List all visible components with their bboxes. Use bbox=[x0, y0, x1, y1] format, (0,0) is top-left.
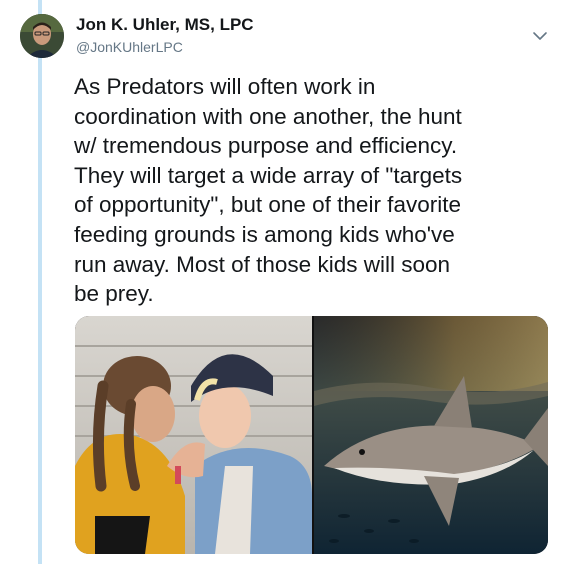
tweet-menu-button[interactable] bbox=[530, 26, 550, 46]
tweet-text-line: of opportunity", but one of their favori… bbox=[74, 192, 461, 218]
profile-photo-icon bbox=[20, 14, 64, 58]
photo-two-teen-girls-icon bbox=[75, 316, 312, 554]
tweet-text-line: As Predators will often work in bbox=[74, 74, 376, 99]
author-avatar[interactable] bbox=[20, 14, 64, 58]
tweet-text-line: coordination with one another, the hunt bbox=[74, 103, 462, 129]
thread-connector-line bbox=[38, 0, 42, 564]
tweet-text-line: w/ tremendous purpose and efficiency. bbox=[74, 133, 458, 159]
media-photo-2[interactable] bbox=[314, 316, 548, 554]
photo-shark-underwater-icon bbox=[314, 316, 548, 554]
tweet-text-line: be prey. bbox=[74, 281, 154, 307]
media-photo-1[interactable] bbox=[75, 316, 312, 554]
chevron-down-icon bbox=[533, 32, 547, 40]
tweet-text: As Predators will often work in coordina… bbox=[74, 72, 554, 309]
author-handle[interactable]: @JonKUhlerLPC bbox=[76, 39, 183, 55]
tweet-media-grid bbox=[75, 316, 548, 554]
author-display-name[interactable]: Jon K. Uhler, MS, LPC bbox=[76, 15, 254, 35]
tweet-text-line: feeding grounds is among kids who've bbox=[74, 221, 455, 247]
tweet-text-line: run away. Most of those kids will soon bbox=[74, 251, 450, 277]
tweet-text-line: They will target a wide array of "target… bbox=[74, 162, 463, 188]
